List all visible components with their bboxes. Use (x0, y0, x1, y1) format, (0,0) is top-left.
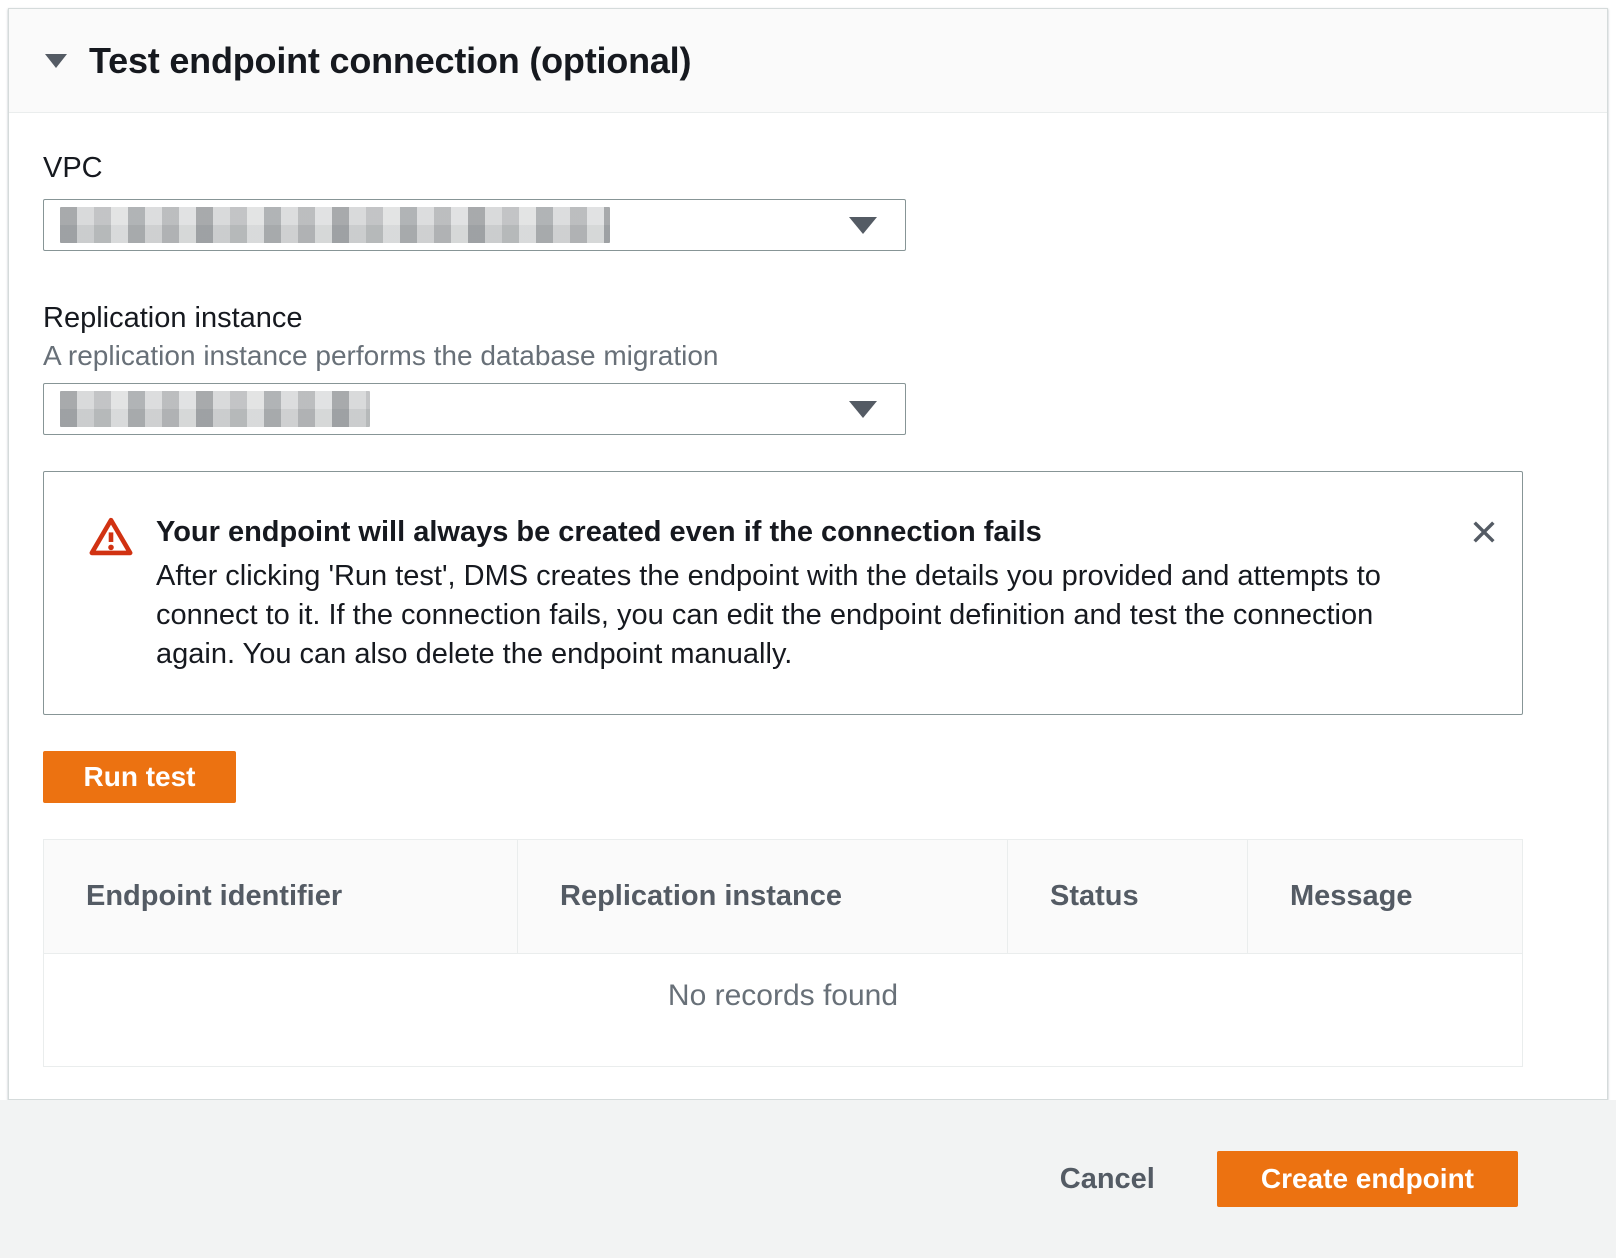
warning-alert: Your endpoint will always be created eve… (43, 471, 1523, 715)
replication-instance-label: Replication instance (43, 301, 1573, 335)
replication-instance-redacted-value (60, 391, 370, 427)
table-empty-state: No records found (44, 954, 1522, 1066)
vpc-field-group: VPC (43, 151, 1573, 251)
page: Test endpoint connection (optional) VPC … (0, 0, 1616, 1258)
replication-instance-select[interactable] (43, 383, 906, 435)
column-header-endpoint-identifier: Endpoint identifier (44, 840, 517, 953)
column-header-replication-instance: Replication instance (517, 840, 1007, 953)
close-icon[interactable] (1464, 512, 1504, 552)
column-header-status: Status (1007, 840, 1247, 953)
vpc-label: VPC (43, 151, 1573, 185)
warning-text: Your endpoint will always be created eve… (156, 512, 1456, 674)
create-endpoint-button[interactable]: Create endpoint (1217, 1151, 1518, 1207)
form-actions-footer: Cancel Create endpoint (0, 1100, 1616, 1258)
run-test-button[interactable]: Run test (43, 751, 236, 803)
warning-triangle-icon (88, 514, 134, 565)
vpc-redacted-value (60, 207, 610, 243)
replication-instance-field-group: Replication instance A replication insta… (43, 301, 1573, 435)
caret-down-icon (45, 54, 67, 68)
warning-body: After clicking 'Run test', DMS creates t… (156, 557, 1456, 674)
warning-title: Your endpoint will always be created eve… (156, 512, 1456, 552)
cancel-button[interactable]: Cancel (1060, 1163, 1155, 1196)
caret-down-icon (849, 401, 877, 418)
replication-instance-description: A replication instance performs the data… (43, 339, 1573, 373)
table-header-row: Endpoint identifier Replication instance… (44, 840, 1522, 954)
caret-down-icon (849, 217, 877, 234)
column-header-message: Message (1247, 840, 1522, 953)
section-header-expander[interactable]: Test endpoint connection (optional) (9, 9, 1607, 113)
section-title: Test endpoint connection (optional) (89, 40, 691, 82)
test-results-table: Endpoint identifier Replication instance… (43, 839, 1523, 1067)
vpc-select[interactable] (43, 199, 906, 251)
test-endpoint-connection-card: Test endpoint connection (optional) VPC … (8, 8, 1608, 1100)
section-content: VPC Replication instance A replication i… (9, 151, 1607, 1067)
